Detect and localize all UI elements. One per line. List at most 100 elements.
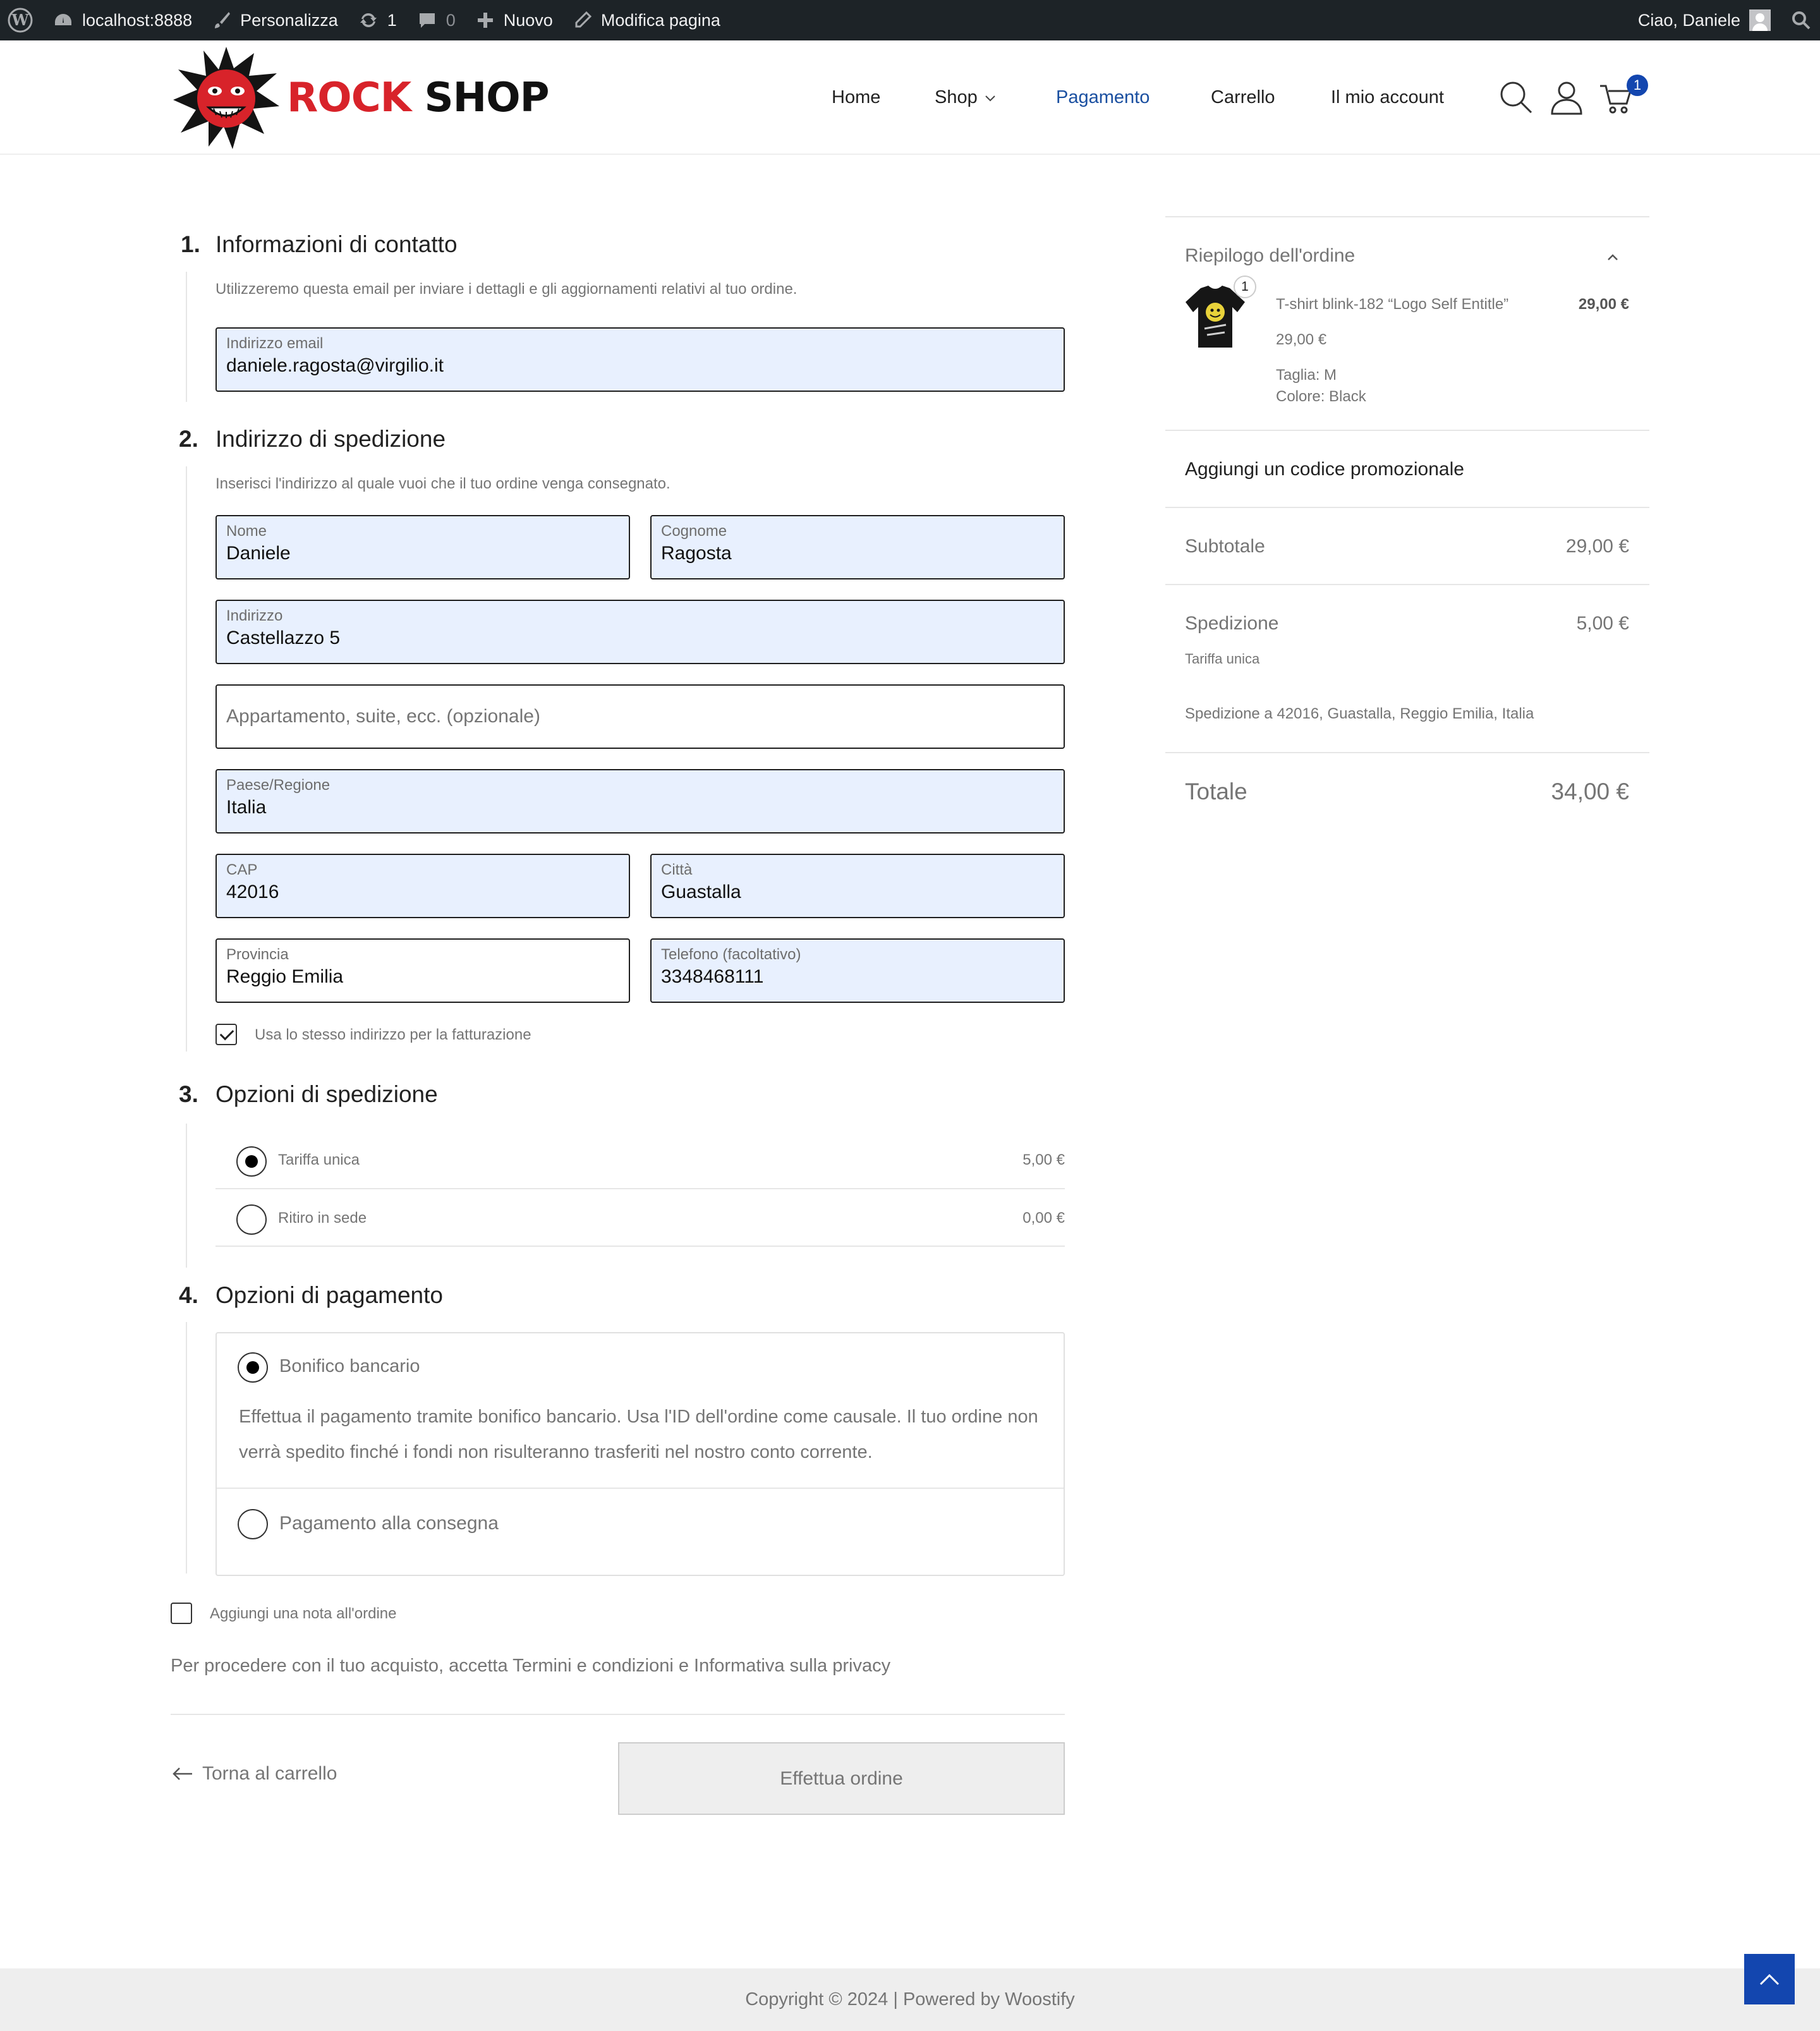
shipping-pickup-price: 0,00 €	[1022, 1210, 1065, 1227]
site-name-link[interactable]: localhost:8888	[43, 0, 202, 40]
shipping-flat-rate-radio[interactable]	[236, 1146, 267, 1177]
bank-transfer-radio[interactable]	[238, 1352, 268, 1383]
city-field[interactable]: Città Guastalla	[650, 854, 1065, 918]
first-name-value: Daniele	[226, 543, 291, 564]
order-note-checkbox[interactable]	[171, 1603, 192, 1624]
nav-shop[interactable]: Shop	[935, 40, 998, 155]
comment-icon	[419, 13, 435, 28]
avatar	[1749, 9, 1771, 31]
customize-label: Personalizza	[240, 10, 338, 30]
shipping-flat-rate-label: Tariffa unica	[278, 1151, 360, 1168]
shipping-pickup-label: Ritiro in sede	[278, 1210, 367, 1227]
comments-count: 0	[446, 10, 456, 30]
add-coupon-link[interactable]: Aggiungi un codice promozionale	[1185, 459, 1464, 480]
contact-description: Utilizzeremo questa email per inviare i …	[215, 281, 798, 298]
last-name-value: Ragosta	[661, 543, 732, 564]
section-4-rule	[186, 1322, 187, 1573]
payment-divider	[217, 1488, 1064, 1489]
site-logo[interactable]: ROCK SHOP	[172, 45, 549, 150]
terms-notice: Per procedere con il tuo acquisto, accet…	[171, 1656, 891, 1676]
payment-options-title: Opzioni di pagamento	[215, 1282, 443, 1308]
bank-transfer-description: Effettua il pagamento tramite bonifico b…	[239, 1407, 1038, 1462]
nav-cart-wrap: Carrello	[1211, 40, 1275, 155]
edit-page-label: Modifica pagina	[600, 10, 720, 30]
actions-divider	[171, 1714, 1065, 1715]
shipping-method: Tariffa unica	[1185, 651, 1260, 667]
edit-page-link[interactable]: Modifica pagina	[563, 0, 731, 40]
user-icon[interactable]	[1550, 80, 1584, 115]
new-label: Nuovo	[503, 10, 553, 30]
site-name: localhost:8888	[82, 10, 193, 30]
first-name-label: Nome	[226, 523, 267, 540]
nav-my-account[interactable]: Il mio account	[1331, 87, 1444, 108]
cart-count-badge: 1	[1627, 75, 1648, 96]
search-icon[interactable]	[1499, 80, 1533, 114]
back-to-cart-link[interactable]: Torna al carrello	[172, 1763, 337, 1785]
chevron-up-icon[interactable]	[1605, 250, 1620, 265]
country-label: Paese/Regione	[226, 777, 331, 794]
nav-checkout[interactable]: Pagamento	[1056, 87, 1150, 108]
bank-transfer-label: Bonifico bancario	[279, 1356, 420, 1376]
subtotal-label: Subtotale	[1185, 536, 1265, 557]
section-4-number: 4.	[179, 1282, 198, 1308]
item-unit-price: 29,00 €	[1276, 331, 1327, 348]
nav-checkout-wrap: Pagamento	[1056, 40, 1150, 155]
brush-icon	[215, 12, 231, 28]
back-to-cart-label: Torna al carrello	[202, 1763, 337, 1784]
comments-link[interactable]: 0	[407, 0, 466, 40]
logo-wordmark: ROCK SHOP	[287, 75, 549, 121]
email-value: daniele.ragosta@virgilio.it	[226, 355, 444, 376]
first-name-field[interactable]: Nome Daniele	[215, 515, 630, 579]
address-label: Indirizzo	[226, 607, 283, 624]
subtotal-value: 29,00 €	[1565, 536, 1629, 557]
address-2-placeholder: Appartamento, suite, ecc. (opzionale)	[226, 706, 540, 727]
zip-field[interactable]: CAP 42016	[215, 854, 630, 918]
cash-on-delivery-radio[interactable]	[238, 1509, 268, 1539]
last-name-label: Cognome	[661, 523, 727, 540]
zip-label: CAP	[226, 861, 258, 878]
new-content-link[interactable]: Nuovo	[466, 0, 563, 40]
zip-value: 42016	[226, 882, 279, 902]
province-select[interactable]: Provincia Reggio Emilia	[215, 938, 630, 1003]
email-field[interactable]: Indirizzo email daniele.ragosta@virgilio…	[215, 327, 1065, 392]
admin-search[interactable]	[1781, 0, 1820, 40]
section-1-rule	[186, 272, 187, 402]
scroll-to-top-button[interactable]	[1744, 1954, 1795, 2004]
customize-link[interactable]: Personalizza	[202, 0, 348, 40]
main-nav: Home	[832, 40, 880, 155]
address-field[interactable]: Indirizzo Castellazzo 5	[215, 600, 1065, 664]
province-value: Reggio Emilia	[226, 966, 344, 987]
shipping-option-divider	[215, 1188, 1065, 1189]
item-quantity-badge: 1	[1234, 276, 1256, 298]
nav-cart[interactable]: Carrello	[1211, 87, 1275, 108]
shipping-pickup-radio[interactable]	[236, 1204, 267, 1235]
address-2-field[interactable]: Appartamento, suite, ecc. (opzionale)	[215, 684, 1065, 749]
item-name: T-shirt blink-182 “Logo Self Entitle”	[1276, 296, 1509, 313]
shipping-address-description: Inserisci l'indirizzo al quale vuoi che …	[215, 475, 670, 492]
city-value: Guastalla	[661, 882, 741, 902]
cash-on-delivery-label: Pagamento alla consegna	[279, 1513, 499, 1534]
last-name-field[interactable]: Cognome Ragosta	[650, 515, 1065, 579]
country-select[interactable]: Paese/Regione Italia	[215, 769, 1065, 834]
logo-word-rock: ROCK	[287, 75, 411, 121]
updates-count: 1	[387, 10, 397, 30]
summary-rule	[1165, 584, 1649, 585]
shipping-label: Spedizione	[1185, 613, 1279, 634]
wordpress-logo-icon[interactable]: W	[0, 0, 43, 40]
phone-value: 3348468111	[661, 966, 764, 987]
chevron-down-icon	[985, 95, 995, 101]
updates-link[interactable]: 1	[348, 0, 407, 40]
my-account-menu[interactable]: Ciao, Daniele	[1628, 0, 1781, 40]
greeting: Ciao, Daniele	[1637, 10, 1740, 30]
nav-account-wrap: Il mio account	[1331, 40, 1444, 155]
nav-home[interactable]: Home	[832, 87, 880, 108]
contact-section-title: Informazioni di contatto	[215, 231, 458, 257]
shipping-flat-rate-price: 5,00 €	[1022, 1151, 1065, 1168]
place-order-button[interactable]: Effettua ordine	[618, 1742, 1065, 1815]
payment-methods-box: Bonifico bancario Effettua il pagamento …	[215, 1332, 1065, 1576]
email-label: Indirizzo email	[226, 335, 324, 352]
same-billing-checkbox[interactable]	[215, 1024, 237, 1045]
phone-field[interactable]: Telefono (facoltativo) 3348468111	[650, 938, 1065, 1003]
pencil-icon	[575, 11, 592, 28]
order-summary-title: Riepilogo dell'ordine	[1185, 245, 1356, 266]
